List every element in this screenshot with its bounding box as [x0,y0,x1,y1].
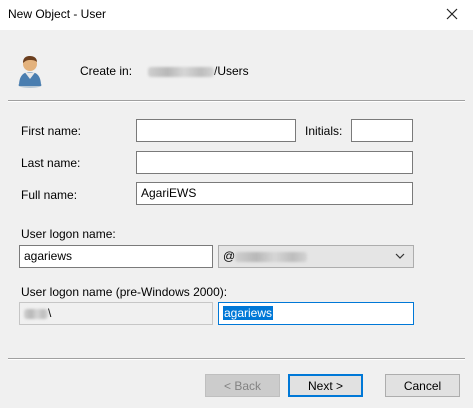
back-button[interactable]: < Back [205,374,280,397]
user-icon [16,53,44,89]
close-icon [446,8,458,20]
last-name-field[interactable] [136,151,413,174]
pre2000-domain-suffix: \ [48,306,52,320]
create-in-path: /Users [148,64,249,78]
header-separator [8,100,465,102]
pre2000-logon-value: agariews [223,306,274,320]
create-in-label: Create in: [80,64,133,78]
first-name-label: First name: [21,124,82,138]
next-button[interactable]: Next > [288,374,363,397]
full-name-label: Full name: [21,188,78,202]
initials-label: Initials: [305,124,343,138]
footer-separator [8,358,465,360]
initials-field[interactable] [351,119,413,142]
pre2000-label: User logon name (pre-Windows 2000): [21,285,228,299]
full-name-field[interactable]: AgariEWS [136,182,413,205]
close-button[interactable] [439,2,465,26]
pre2000-logon-field[interactable]: agariews [218,302,414,325]
upn-suffix-prefix: @ [223,249,236,263]
cancel-button[interactable]: Cancel [385,374,460,397]
redacted-domain [148,66,214,77]
redacted-upn-suffix [235,251,308,262]
chevron-down-icon [395,253,405,259]
last-name-label: Last name: [21,156,81,170]
redacted-netbios-domain [24,308,48,319]
window-title: New Object - User [8,7,107,21]
create-in-path-suffix: /Users [214,64,249,78]
logon-name-label: User logon name: [21,227,116,241]
logon-name-field[interactable]: agariews [19,245,213,268]
first-name-field[interactable] [136,119,296,142]
pre2000-domain-field: \ [19,302,213,325]
upn-suffix-dropdown[interactable]: @ [218,245,414,268]
